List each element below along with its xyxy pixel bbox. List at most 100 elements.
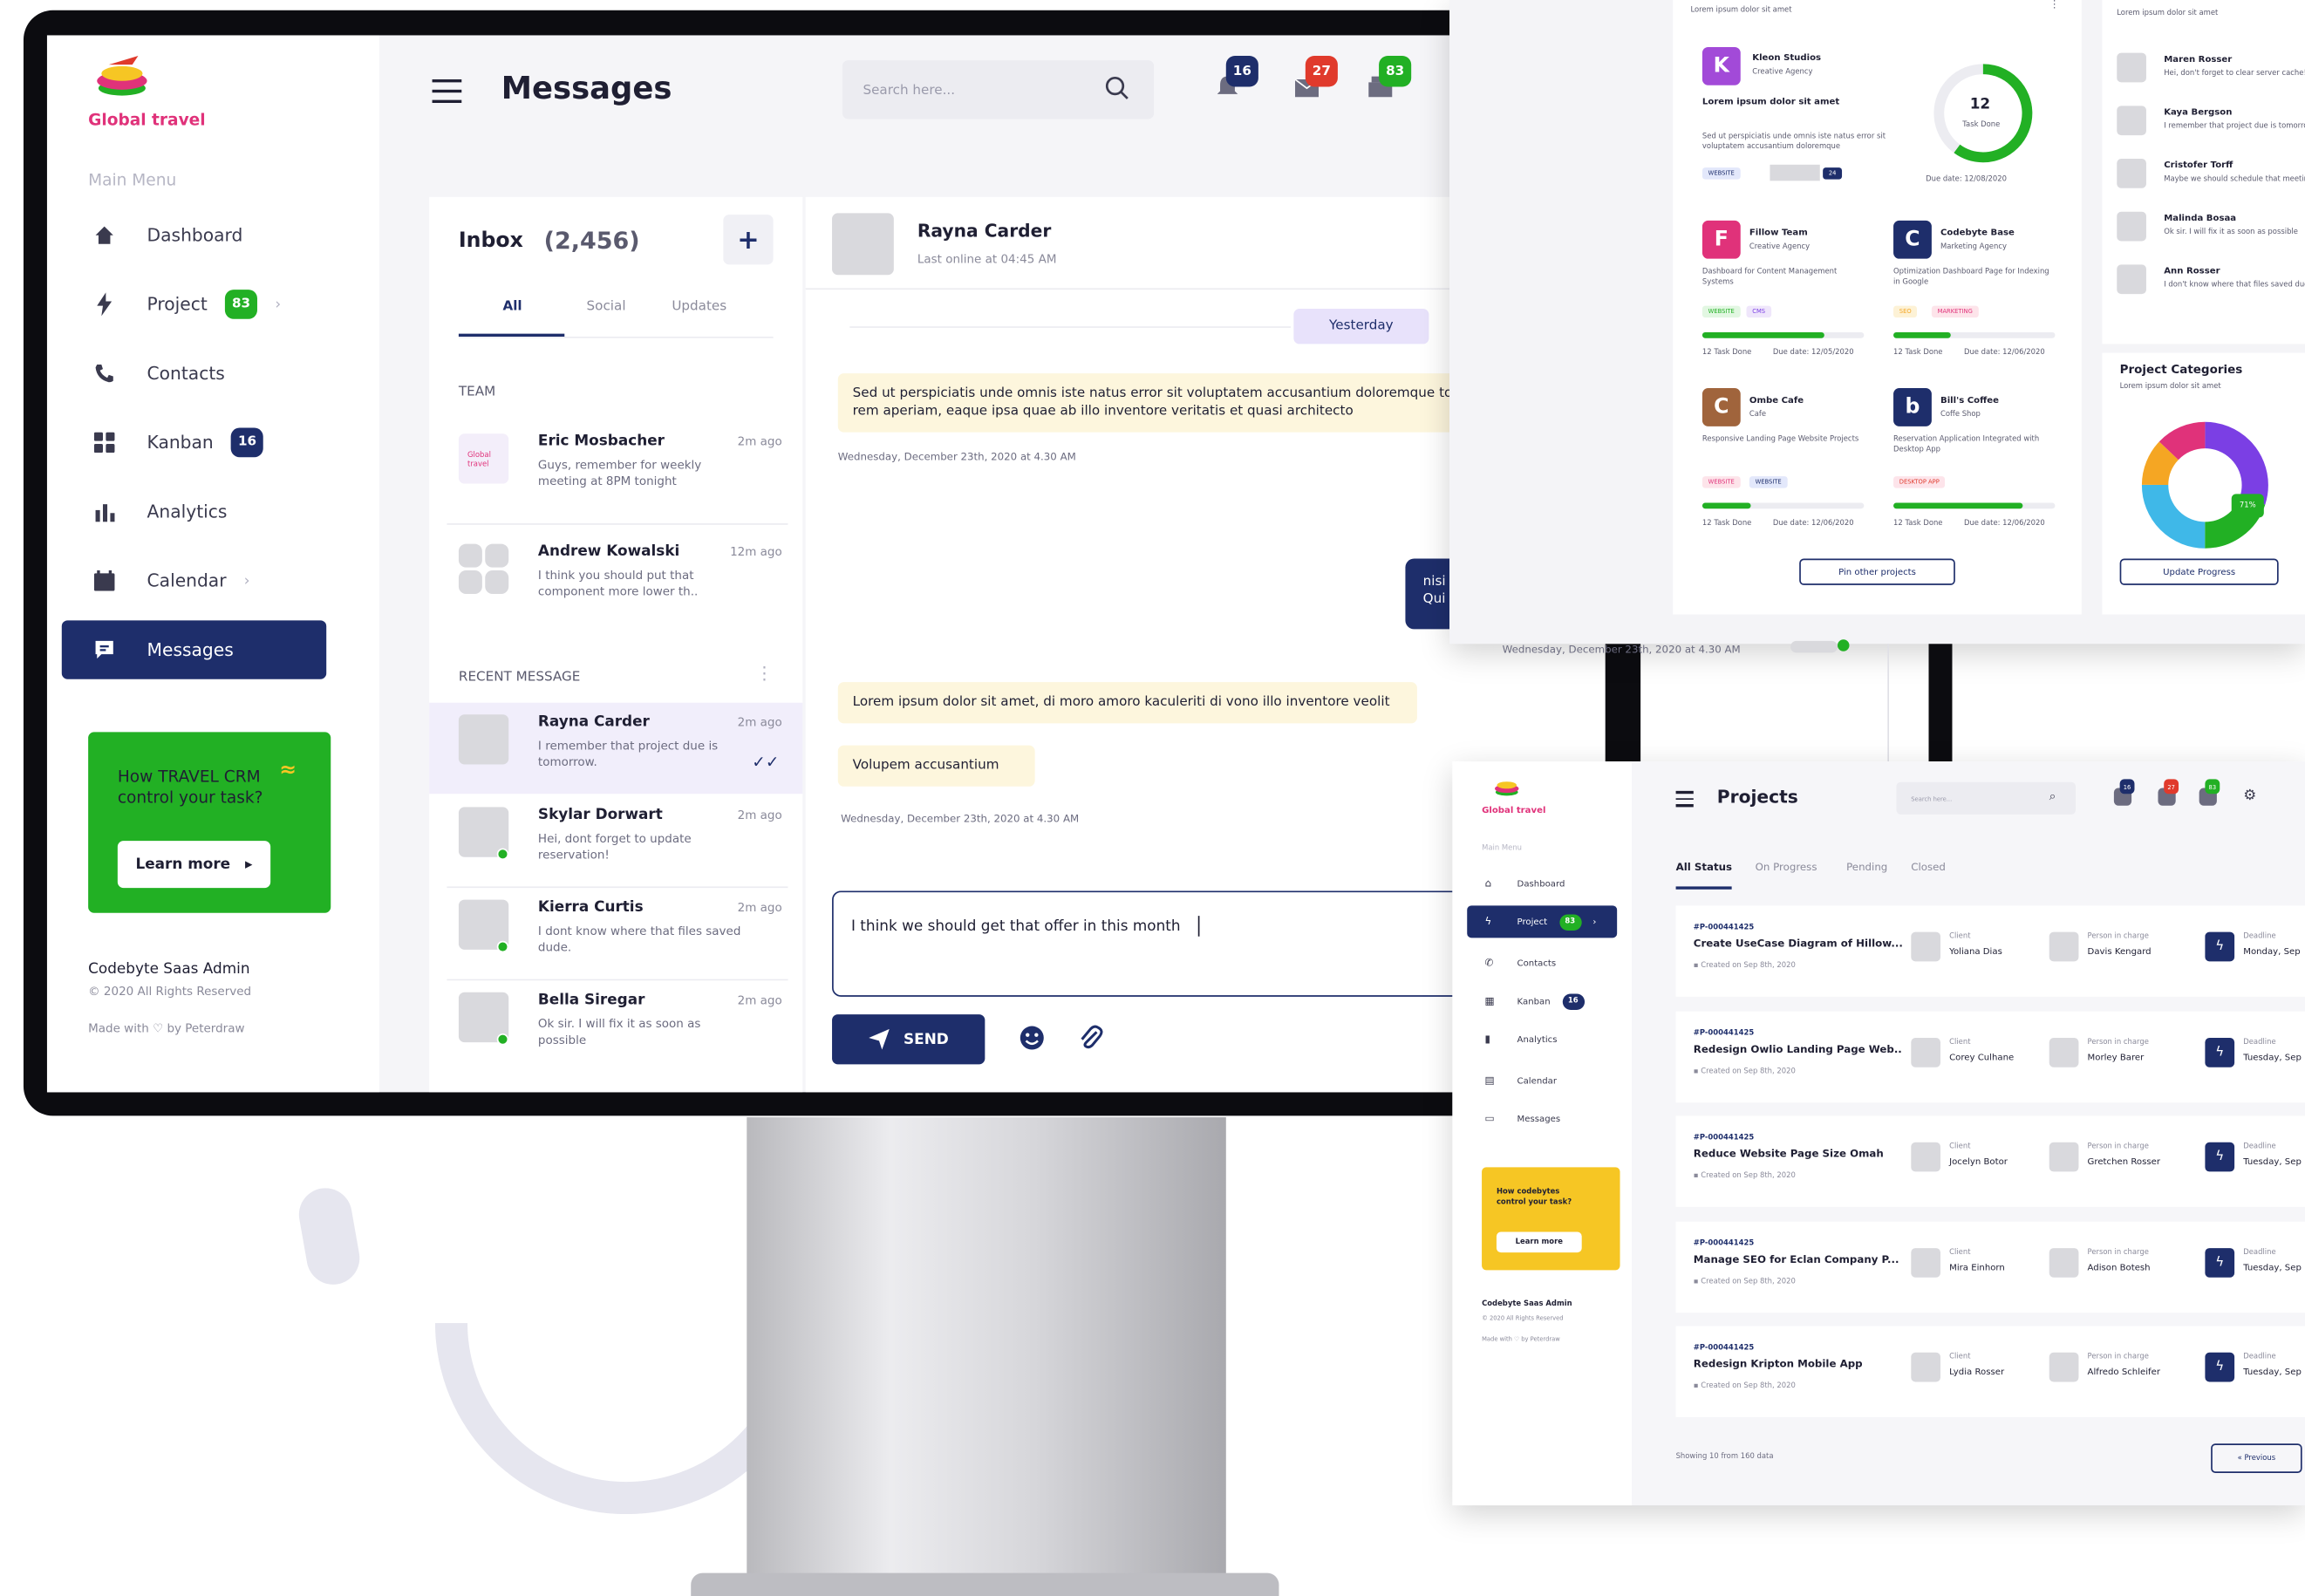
bell-icon[interactable]: 16: [2113, 779, 2135, 806]
person-name: Malinda Bosaa: [2164, 213, 2237, 224]
project-tag: SEO: [1893, 305, 1918, 318]
list-item[interactable]: Kierra Curtis 2m ago I dont know where t…: [429, 888, 802, 979]
project-logo: b: [1893, 387, 1932, 426]
progress-bar: [1893, 331, 2056, 338]
add-message-button[interactable]: +: [723, 215, 774, 265]
message-bubble: Lorem ipsum dolor sit amet, di moro amor…: [837, 682, 1417, 724]
list-item[interactable]: Rayna Carder 2m ago I remember that proj…: [429, 702, 803, 795]
mail-icon[interactable]: 27: [1293, 56, 1338, 106]
project-logo: F: [1701, 220, 1741, 259]
nav-label: Dashboard: [147, 224, 243, 246]
list-item[interactable]: Global travel Eric Mosbacher 2m ago Guys…: [429, 422, 802, 514]
nav-label: Messages: [147, 639, 234, 660]
nav-dashboard[interactable]: ⌂ Dashboard: [1467, 868, 1617, 900]
project-tag: CMS: [1746, 305, 1771, 318]
search-icon[interactable]: [1104, 75, 1130, 101]
person-name: Gretchen Rosser: [2087, 1156, 2161, 1168]
send-button[interactable]: SEND: [832, 1014, 985, 1065]
nav-analytics[interactable]: Analytics: [62, 482, 326, 541]
pin-other-projects-button[interactable]: Pin other projects: [1799, 558, 1955, 585]
table-row[interactable]: #P-000441425 Redesign Owlio Landing Page …: [1675, 1010, 2305, 1102]
nav-calendar[interactable]: ▤ Calendar: [1467, 1064, 1617, 1096]
mail-icon[interactable]: 27: [2158, 779, 2179, 806]
date-divider-line: [849, 326, 1291, 328]
bell-badge: 16: [2119, 779, 2135, 795]
table-row[interactable]: #P-000441425 Manage SEO for Eclan Company…: [1675, 1220, 2305, 1313]
nav-dashboard[interactable]: Dashboard: [62, 206, 326, 264]
tab-all[interactable]: All: [502, 300, 522, 315]
tab-pending[interactable]: Pending: [1846, 862, 1887, 873]
list-item[interactable]: Andrew Kowalski 12m ago I think you shou…: [429, 532, 802, 624]
avatar: [832, 213, 894, 276]
nav-kanban[interactable]: ▦ Kanban 16: [1467, 985, 1617, 1017]
hamburger-icon[interactable]: [1675, 790, 1694, 807]
tab-all-status[interactable]: All Status: [1676, 862, 1733, 873]
previous-button[interactable]: « Previous: [2211, 1443, 2302, 1473]
emoji-icon[interactable]: [1017, 1023, 1047, 1053]
project-company-type: Creative Agency: [1752, 67, 1813, 77]
client-avatar: [1911, 1352, 1940, 1382]
nav-label: Calendar: [147, 570, 227, 591]
paperclip-icon[interactable]: [1076, 1023, 1106, 1053]
progress-fill: [1893, 502, 2023, 509]
update-progress-button[interactable]: Update Progress: [2119, 558, 2279, 585]
nav-contacts[interactable]: ✆ Contacts: [1467, 947, 1617, 979]
online-dot: [1838, 639, 1850, 651]
table-row[interactable]: #P-000441425 Create UseCase Diagram of Hi…: [1675, 905, 2305, 997]
project-badge: 83: [1558, 913, 1581, 931]
avatar-logo: Global travel: [467, 451, 491, 469]
hamburger-icon[interactable]: [432, 79, 462, 103]
project-company: Codebyte Base: [1940, 228, 2015, 239]
group-avatar: [458, 543, 509, 594]
project-company-type: Cafe: [1749, 410, 1767, 419]
message-time: 2m ago: [737, 434, 782, 449]
person-name: Alfredo Schleifer: [2087, 1367, 2161, 1378]
kanban-badge: 16: [230, 427, 264, 458]
logo-icon: [97, 56, 147, 96]
table-row[interactable]: #P-000441425 Redesign Kripton Mobile App ▪…: [1675, 1326, 2305, 1417]
person-message: Hei, don't forget to clear server cache!: [2164, 69, 2305, 78]
search-input[interactable]: Search here... ⌕: [1896, 781, 2077, 815]
projects-preview-card: Global travel Main Menu ⌂ Dashboard ϟ Proj…: [1452, 761, 2305, 1506]
bell-icon[interactable]: 16: [1214, 56, 1258, 106]
nav-label: Dashboard: [1517, 878, 1565, 889]
nav-calendar[interactable]: Calendar ›: [62, 551, 326, 610]
tab-updates[interactable]: Updates: [672, 300, 726, 315]
message-preview: I think you should put that component mo…: [537, 569, 699, 599]
due-date: Due date: 12/06/2020: [1772, 519, 1854, 529]
nav-messages[interactable]: ▭ Messages: [1467, 1102, 1617, 1135]
message-icon: [92, 637, 118, 663]
box-icon[interactable]: 83: [2199, 779, 2220, 806]
chevron-right-icon: ›: [1592, 916, 1597, 927]
tab-social[interactable]: Social: [587, 300, 626, 315]
progress-fill: [1701, 331, 1824, 338]
nav-messages[interactable]: Messages: [61, 620, 327, 679]
more-vertical-icon[interactable]: ⋮: [2049, 0, 2060, 10]
client-label: Client: [1949, 1247, 1971, 1257]
inbox-count: (2,456): [543, 226, 640, 255]
categories-title: Project Categories: [2119, 363, 2243, 377]
list-item[interactable]: Skylar Dorwart 2m ago Hei, dont forget t…: [429, 795, 802, 887]
nav-project[interactable]: ϟ Project 83 ›: [1467, 905, 1618, 938]
tab-on-progress[interactable]: On Progress: [1756, 862, 1817, 873]
project-company-type: Coffe Shop: [1940, 410, 1981, 419]
list-item[interactable]: Bella Siregar 2m ago Ok sir. I will fix …: [429, 980, 802, 1072]
table-row[interactable]: #P-000441425 Reduce Website Page Size Oma…: [1675, 1115, 2305, 1207]
box-icon[interactable]: 83: [1367, 56, 1412, 106]
promo-card: How TRAVEL CRM control your task? ≈ Lear…: [88, 732, 331, 913]
message-preview: I remember that project due is tomorrow.: [537, 739, 719, 769]
nav-analytics[interactable]: ▮ Analytics: [1467, 1023, 1617, 1055]
deadline-value: Tuesday, Sep: [2243, 1262, 2302, 1272]
more-vertical-icon[interactable]: ⋮: [755, 663, 773, 684]
gear-icon[interactable]: ⚙: [2243, 788, 2256, 804]
search-icon[interactable]: ⌕: [2049, 789, 2056, 804]
bolt-icon: [92, 291, 118, 317]
nav-kanban[interactable]: Kanban 16: [62, 413, 326, 472]
nav-contacts[interactable]: Contacts: [62, 344, 326, 402]
inbox-panel: Inbox (2,456) + All Social Updates TEAM …: [429, 196, 803, 1093]
tab-closed[interactable]: Closed: [1911, 862, 1946, 873]
nav-project[interactable]: Project 83 ›: [62, 275, 326, 333]
search-input[interactable]: Search here...: [842, 60, 1155, 119]
learn-more-button[interactable]: Learn more: [1496, 1231, 1582, 1253]
learn-more-button[interactable]: Learn more ▸: [117, 841, 271, 889]
